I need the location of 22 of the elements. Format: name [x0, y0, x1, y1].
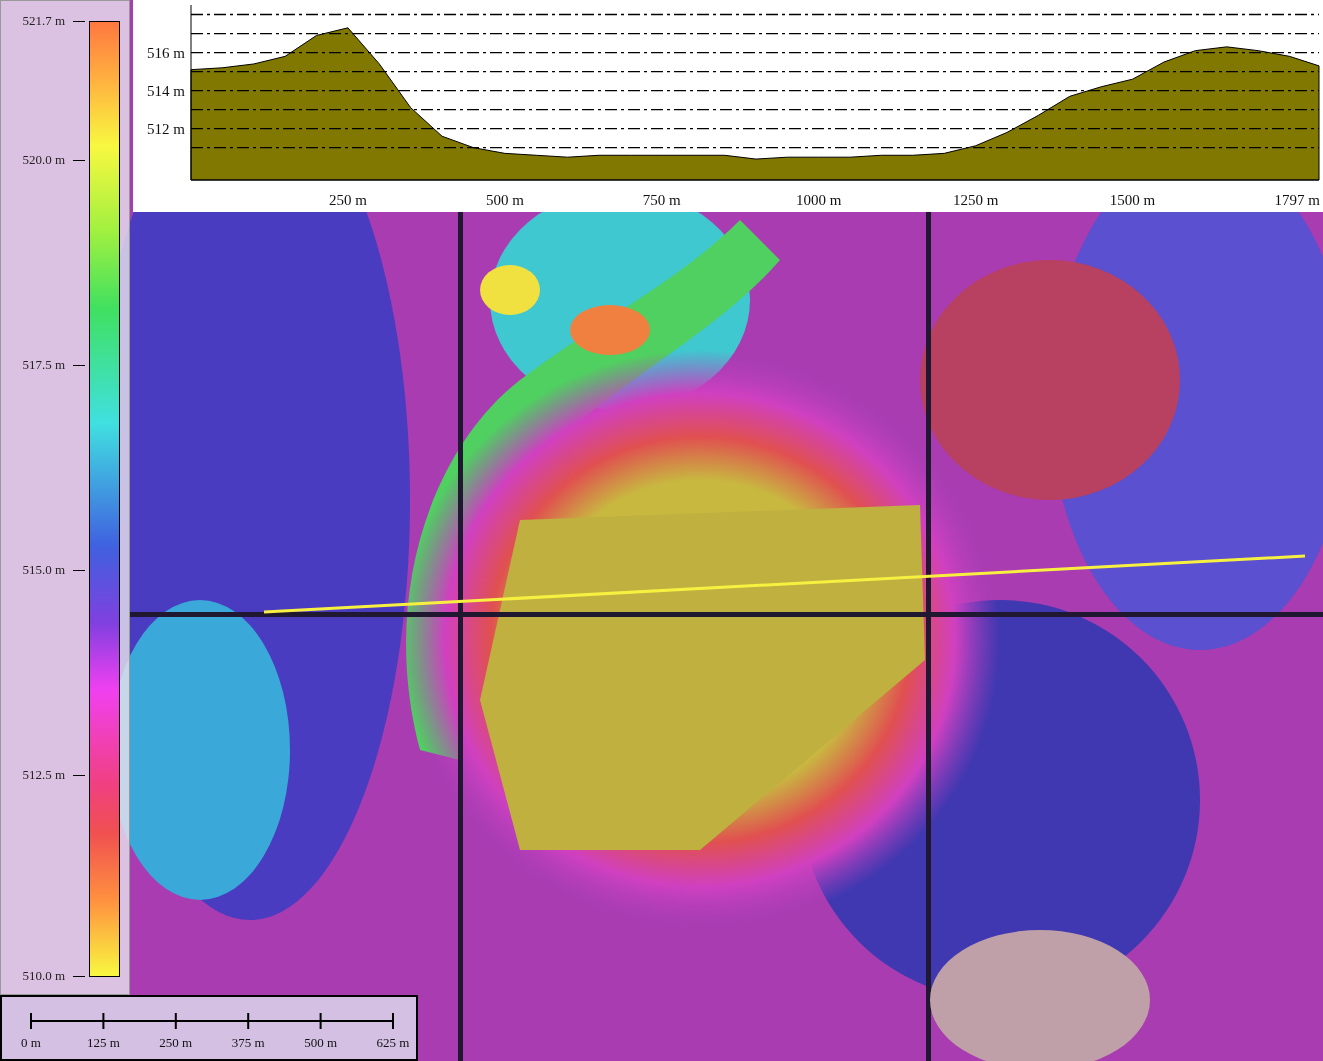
x-axis-label: 1250 m: [952, 192, 999, 208]
legend-label: 517.5 m: [21, 356, 65, 375]
x-axis-label: 1797 m: [1274, 192, 1320, 208]
legend-label: 510.0 m: [21, 967, 65, 985]
y-axis-label: 516 m: [147, 44, 185, 61]
scale-label: 500 m: [304, 1035, 338, 1051]
x-axis-label: 750 m: [642, 192, 681, 208]
legend-label: 512.5 m: [21, 766, 65, 785]
legend-label: 515.0 m: [21, 561, 65, 580]
legend-label: 521.7 m: [21, 12, 65, 30]
y-axis-label: 512 m: [147, 120, 185, 137]
scale-label: 250 m: [159, 1035, 193, 1051]
x-axis-label: 250 m: [328, 192, 367, 208]
scale-label: 375 m: [231, 1035, 265, 1051]
scale-label: 0 m: [21, 1035, 41, 1051]
x-axis-label: 1000 m: [796, 192, 842, 208]
legend-label: 520.0 m: [21, 151, 65, 170]
y-axis-label: 514 m: [147, 82, 185, 99]
scale-label: 625 m: [376, 1035, 410, 1051]
scale-label: 125 m: [86, 1035, 120, 1051]
x-axis-label: 1500 m: [1109, 192, 1156, 208]
x-axis-label: 500 m: [485, 192, 524, 208]
